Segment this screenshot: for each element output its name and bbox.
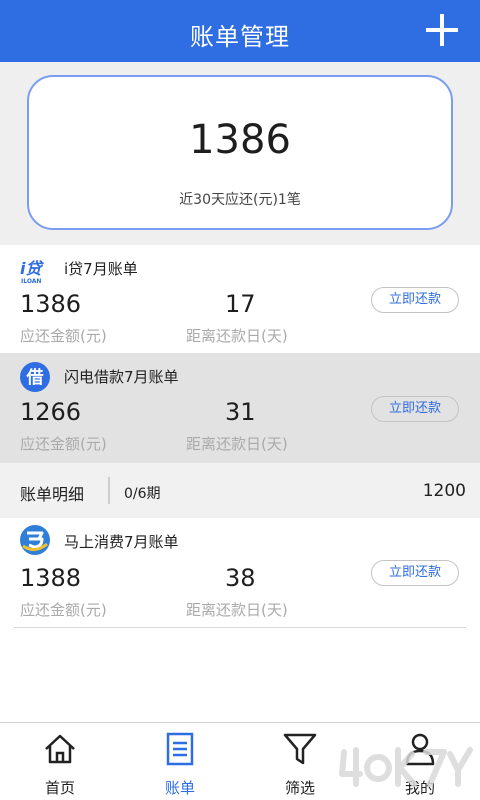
idai-logo-subtext: ILOAN	[21, 278, 41, 285]
filter-icon	[283, 733, 317, 765]
bill-days: 17	[225, 290, 256, 318]
idai-logo-icon: i贷 ILOAN	[20, 259, 44, 285]
bill-icon	[166, 732, 194, 766]
summary-section: 1386 近30天应还(元)1笔	[0, 62, 480, 245]
bill-amount: 1388	[20, 564, 82, 592]
bill-detail-amount: 1200	[422, 481, 466, 501]
tab-label: 账单	[164, 779, 195, 797]
pay-now-button[interactable]: 立即还款	[371, 560, 459, 586]
bill-amount-label: 应还金额(元)	[20, 601, 107, 619]
page-title: 账单管理	[190, 23, 290, 51]
bill-days-label: 距离还款日(天)	[186, 435, 288, 453]
bill-days-label: 距离还款日(天)	[186, 327, 288, 345]
bill-days: 31	[225, 398, 256, 426]
idai-logo-text: i贷	[20, 259, 44, 278]
mashang-logo-icon	[20, 525, 50, 555]
jie-logo-text: 借	[26, 367, 44, 388]
bill-card-idai[interactable]: i贷 ILOAN i贷7月账单 1386 应还金额(元) 17 距离还款日(天)…	[0, 245, 480, 353]
bill-amount: 1386	[20, 290, 82, 318]
summary-note: 近30天应还(元)1笔	[179, 192, 301, 208]
summary-card: 1386 近30天应还(元)1笔	[27, 75, 453, 230]
tab-bills[interactable]: 账单	[120, 723, 240, 800]
pay-now-button[interactable]: 立即还款	[371, 287, 459, 313]
bill-amount-label: 应还金额(元)	[20, 435, 107, 453]
bill-card-mashang[interactable]: 马上消费7月账单 1388 应还金额(元) 38 距离还款日(天) 立即还款	[0, 518, 480, 628]
jie-logo-icon: 借	[20, 362, 50, 392]
bill-detail-row[interactable]: 账单明细 0/6期 1200	[0, 463, 480, 518]
tab-label: 首页	[44, 779, 75, 797]
watermark-logo	[339, 747, 473, 787]
bill-days-label: 距离还款日(天)	[186, 601, 288, 619]
bill-amount-label: 应还金额(元)	[20, 327, 107, 345]
bill-title: 马上消费7月账单	[64, 533, 179, 551]
bill-title: i贷7月账单	[64, 260, 138, 278]
list-divider	[14, 627, 466, 628]
add-bill-button[interactable]	[426, 14, 458, 46]
bill-card-shandian[interactable]: 借 闪电借款7月账单 1266 应还金额(元) 31 距离还款日(天) 立即还款	[0, 353, 480, 463]
detail-separator	[108, 477, 110, 504]
bill-detail-label: 账单明细	[20, 485, 85, 504]
tab-home[interactable]: 首页	[0, 723, 120, 800]
top-app-bar: 账单管理	[0, 0, 480, 62]
bill-title: 闪电借款7月账单	[64, 368, 179, 386]
summary-amount: 1386	[189, 117, 291, 163]
pay-now-button[interactable]: 立即还款	[371, 396, 459, 422]
bill-days: 38	[225, 564, 256, 592]
bill-detail-periods: 0/6期	[124, 486, 161, 502]
bill-amount: 1266	[20, 398, 82, 426]
home-icon	[45, 734, 75, 764]
